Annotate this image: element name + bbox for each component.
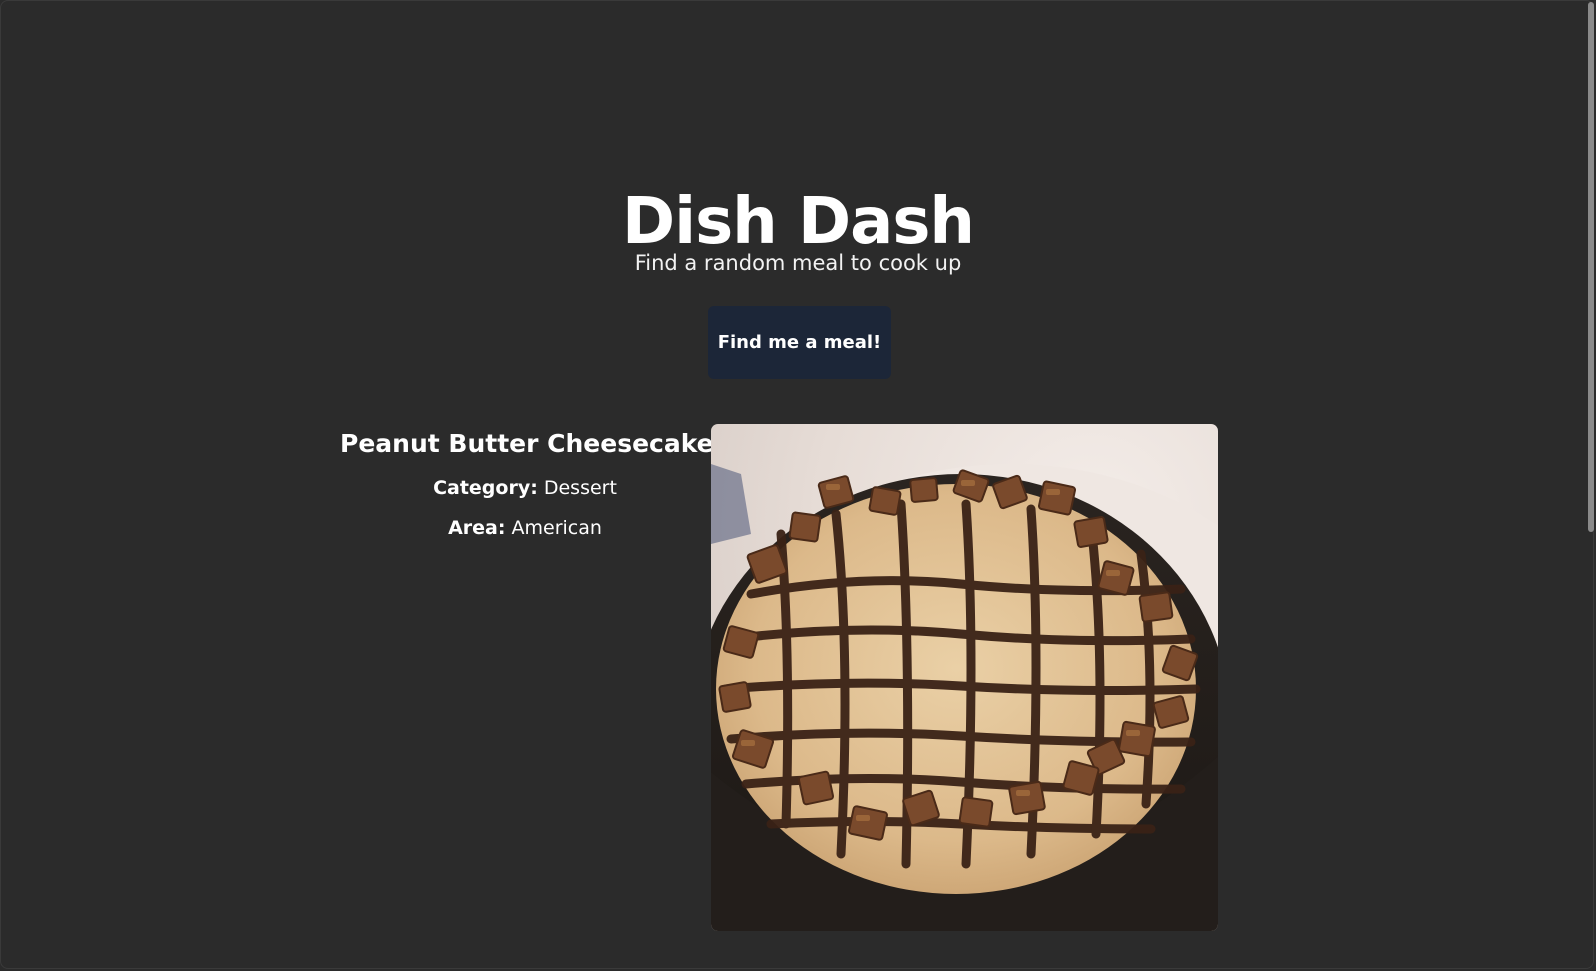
category-label: Category: bbox=[433, 477, 538, 499]
meal-image bbox=[711, 424, 1218, 931]
area-value: American bbox=[511, 517, 602, 539]
page-subtitle: Find a random meal to cook up bbox=[634, 251, 962, 275]
find-meal-button[interactable]: Find me a meal! bbox=[708, 306, 891, 379]
page-header: Dish Dash Find a random meal to cook up bbox=[0, 180, 1596, 276]
meal-name: Peanut Butter Cheesecake bbox=[340, 429, 714, 458]
meal-details: Peanut Butter Cheesecake Category: Desse… bbox=[340, 424, 714, 554]
category-value: Dessert bbox=[543, 477, 617, 499]
meal-area: Area: American bbox=[340, 514, 710, 542]
area-label: Area: bbox=[448, 517, 506, 539]
meal-category: Category: Dessert bbox=[340, 474, 710, 502]
